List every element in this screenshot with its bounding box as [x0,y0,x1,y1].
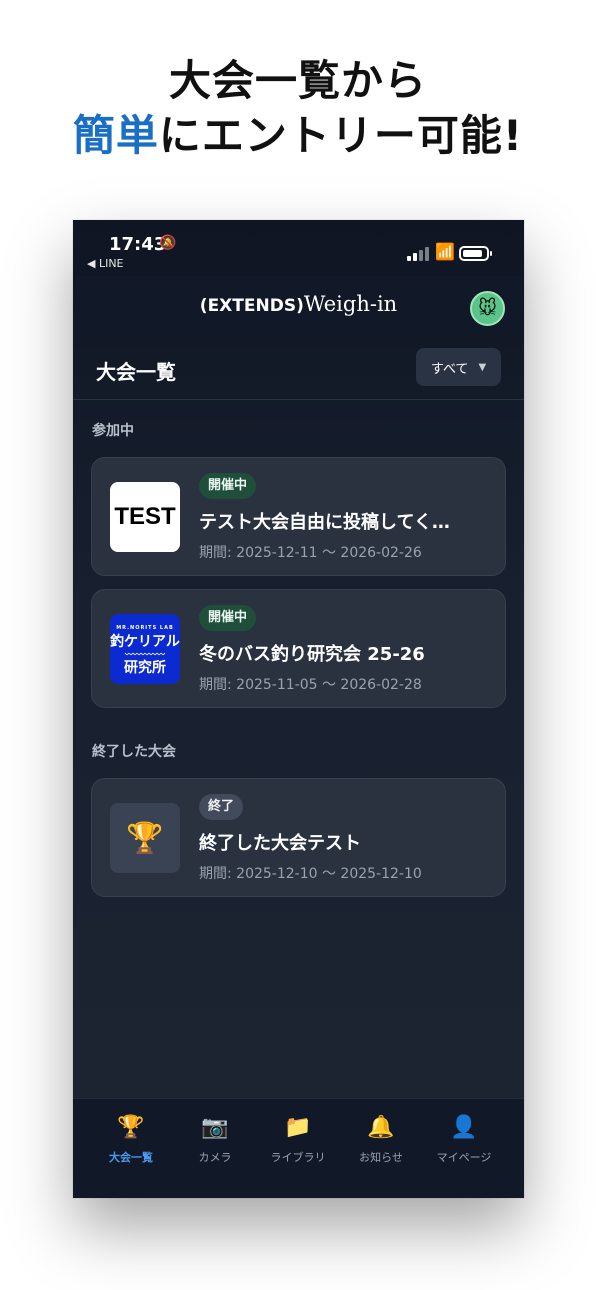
wifi-icon: 📶 [435,242,455,261]
filter-value: すべて [430,361,469,377]
brand-prefix: (EXTENDS) [199,296,304,316]
tab-label: ライブラリ [270,1151,326,1164]
status-badge: 開催中 [199,605,257,631]
tournament-period: 期間: 2025-11-05 〜 2026-02-28 [199,677,422,693]
folder-icon: 📁 [284,1115,312,1140]
brand-main: Weigh-in [303,292,398,316]
tab-label: お知らせ [359,1151,403,1164]
tournament-card[interactable]: 🏆 終了 終了した大会テスト 期間: 2025-12-10 〜 2025-12-… [91,778,506,897]
thumb-line-1: 釣ケリアル [110,634,180,650]
tab-camera[interactable]: 📷 カメラ [170,1115,260,1165]
tab-library[interactable]: 📁 ライブラリ [253,1115,343,1165]
status-badge: 終了 [199,794,244,820]
tab-tournaments[interactable]: 🏆 大会一覧 [86,1115,176,1165]
status-badge: 開催中 [199,473,257,499]
phone-screen: 17:43 🔕 ◀ LINE 📶 (EXTENDS)Weigh-in 🐭 大会一… [73,220,524,1198]
battery-icon [459,246,492,261]
promo-headline: 大会一覧から 簡単にエントリー可能! [0,54,596,164]
page-title: 大会一覧 [96,360,176,384]
back-to-line-link[interactable]: ◀ LINE [87,257,124,270]
tournament-period: 期間: 2025-12-11 〜 2026-02-26 [199,545,422,561]
bottom-tab-bar: 🏆 大会一覧 📷 カメラ 📁 ライブラリ 🔔 お知らせ 👤 マイページ [73,1098,524,1198]
tab-label: マイページ [436,1151,492,1164]
filter-dropdown[interactable]: すべて ▼ [416,348,501,386]
trophy-icon: 🏆 [110,803,180,873]
signal-icon [407,247,429,261]
status-bar: 17:43 🔕 ◀ LINE 📶 [73,220,524,276]
list-header: 大会一覧 すべて ▼ [73,336,524,400]
headline-rest: にエントリー可能! [158,111,524,160]
section-label-active: 参加中 [92,423,134,439]
trophy-icon: 🏆 [117,1115,145,1140]
tournament-name: テスト大会自由に投稿してく… [199,512,450,533]
status-time: 17:43 [109,234,167,255]
avatar-icon: 🐭 [478,298,497,319]
headline-accent: 簡単 [72,111,159,160]
bell-icon: 🔔 [367,1115,395,1140]
section-label-ended: 終了した大会 [92,744,176,760]
headline-line-1: 大会一覧から [168,56,427,105]
thumb-line-2: 研究所 [124,660,166,676]
tournament-card[interactable]: MR.NORITS LAB 釣ケリアル 〰〰〰〰〰 研究所 開催中 冬のバス釣り… [91,589,506,708]
headline-line-2: 簡単にエントリー可能! [0,108,596,164]
bell-slash-icon: 🔕 [159,235,177,251]
tournament-name: 冬のバス釣り研究会 25-26 [199,644,425,665]
tab-label: カメラ [198,1151,232,1164]
camera-icon: 📷 [201,1115,229,1140]
avatar[interactable]: 🐭 [470,291,505,326]
user-icon: 👤 [450,1115,478,1140]
tournament-thumbnail: TEST [110,482,180,552]
tab-label: 大会一覧 [109,1151,153,1164]
app-logo: (EXTENDS)Weigh-in [73,292,524,316]
app-header: (EXTENDS)Weigh-in 🐭 [73,276,524,336]
chevron-down-icon: ▼ [478,361,487,373]
tab-notifications[interactable]: 🔔 お知らせ [336,1115,426,1165]
tab-mypage[interactable]: 👤 マイページ [419,1115,509,1165]
thumb-small-text: MR.NORITS LAB [116,625,174,631]
tournament-name: 終了した大会テスト [199,833,361,854]
tournament-thumbnail: MR.NORITS LAB 釣ケリアル 〰〰〰〰〰 研究所 [110,614,180,684]
tournament-period: 期間: 2025-12-10 〜 2025-12-10 [199,866,422,882]
tournament-card[interactable]: TEST 開催中 テスト大会自由に投稿してく… 期間: 2025-12-11 〜… [91,457,506,576]
